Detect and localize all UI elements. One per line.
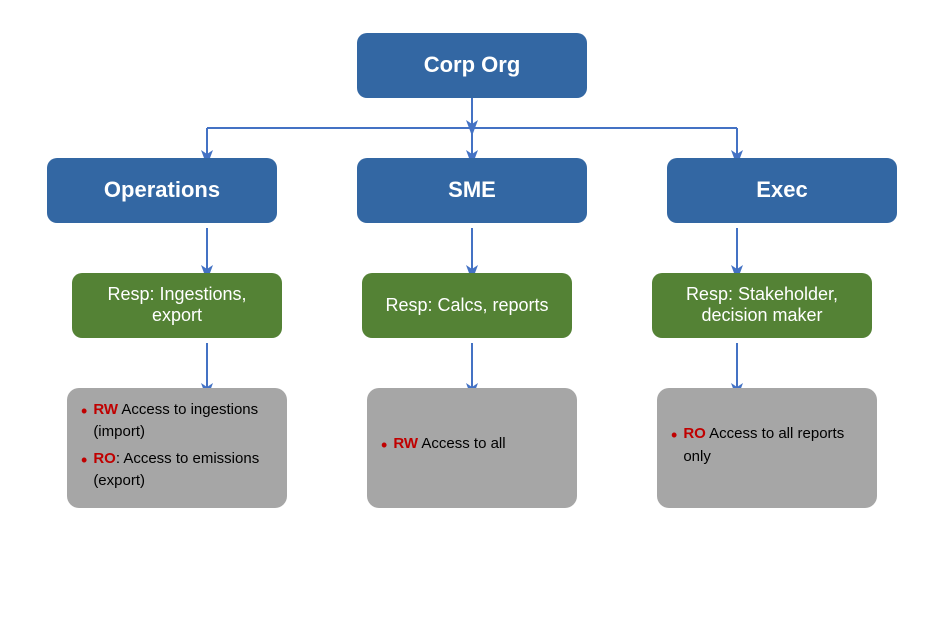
col-sme-access: • RW Access to all [367, 388, 577, 508]
operations-label: Operations [104, 177, 220, 203]
operations-resp-box: Resp: Ingestions, export [72, 273, 282, 338]
bullet-dot-1: • [81, 398, 87, 425]
col-operations-access: • RW Access to ingestions (import) • RO:… [67, 388, 287, 508]
corp-org-box: Corp Org [357, 33, 587, 98]
col-operations: Operations [47, 158, 277, 223]
sme-label: SME [448, 177, 496, 203]
operations-resp-label: Resp: Ingestions, export [86, 284, 268, 326]
col-exec: Exec [667, 158, 897, 223]
col-exec-access: • RO Access to all reports only [657, 388, 877, 508]
sme-rw-label: RW [393, 435, 418, 452]
operations-rw-label: RW [93, 401, 118, 418]
exec-bullet-1: • RO Access to all reports only [671, 423, 863, 468]
exec-resp-label: Resp: Stakeholder, decision maker [666, 284, 858, 326]
operations-access-box: • RW Access to ingestions (import) • RO:… [67, 388, 287, 508]
exec-box: Exec [667, 158, 897, 223]
sme-resp-box: Resp: Calcs, reports [362, 273, 572, 338]
sme-bullet-1: • RW Access to all [381, 433, 563, 459]
exec-ro-label: RO [683, 425, 706, 442]
row-level1: Operations SME Exec [22, 158, 922, 223]
operations-box: Operations [47, 158, 277, 223]
exec-access-box: • RO Access to all reports only [657, 388, 877, 508]
org-diagram: Corp Org Operations SME Exec Resp: Inges… [22, 13, 922, 613]
row-level2: Resp: Ingestions, export Resp: Calcs, re… [22, 273, 922, 338]
sme-bullet-dot-1: • [381, 432, 387, 459]
sme-resp-label: Resp: Calcs, reports [385, 295, 548, 316]
col-sme: SME [357, 158, 587, 223]
col-exec-resp: Resp: Stakeholder, decision maker [652, 273, 872, 338]
sme-access-box: • RW Access to all [367, 388, 577, 508]
exec-resp-box: Resp: Stakeholder, decision maker [652, 273, 872, 338]
col-sme-resp: Resp: Calcs, reports [362, 273, 572, 338]
corp-org-label: Corp Org [424, 52, 521, 78]
operations-access-text-1: RW Access to ingestions (import) [93, 399, 273, 444]
col-operations-resp: Resp: Ingestions, export [72, 273, 282, 338]
row-root: Corp Org [22, 33, 922, 98]
exec-access-text-1: RO Access to all reports only [683, 423, 863, 468]
operations-access-text-2: RO: Access to emissions (export) [93, 448, 273, 493]
exec-bullet-dot-1: • [671, 422, 677, 449]
sme-box: SME [357, 158, 587, 223]
row-level3: • RW Access to ingestions (import) • RO:… [22, 388, 922, 508]
operations-ro-label: RO [93, 450, 116, 467]
exec-label: Exec [756, 177, 807, 203]
operations-bullet-2: • RO: Access to emissions (export) [81, 448, 273, 493]
operations-bullet-1: • RW Access to ingestions (import) [81, 399, 273, 444]
sme-access-text-1: RW Access to all [393, 433, 505, 456]
bullet-dot-2: • [81, 447, 87, 474]
